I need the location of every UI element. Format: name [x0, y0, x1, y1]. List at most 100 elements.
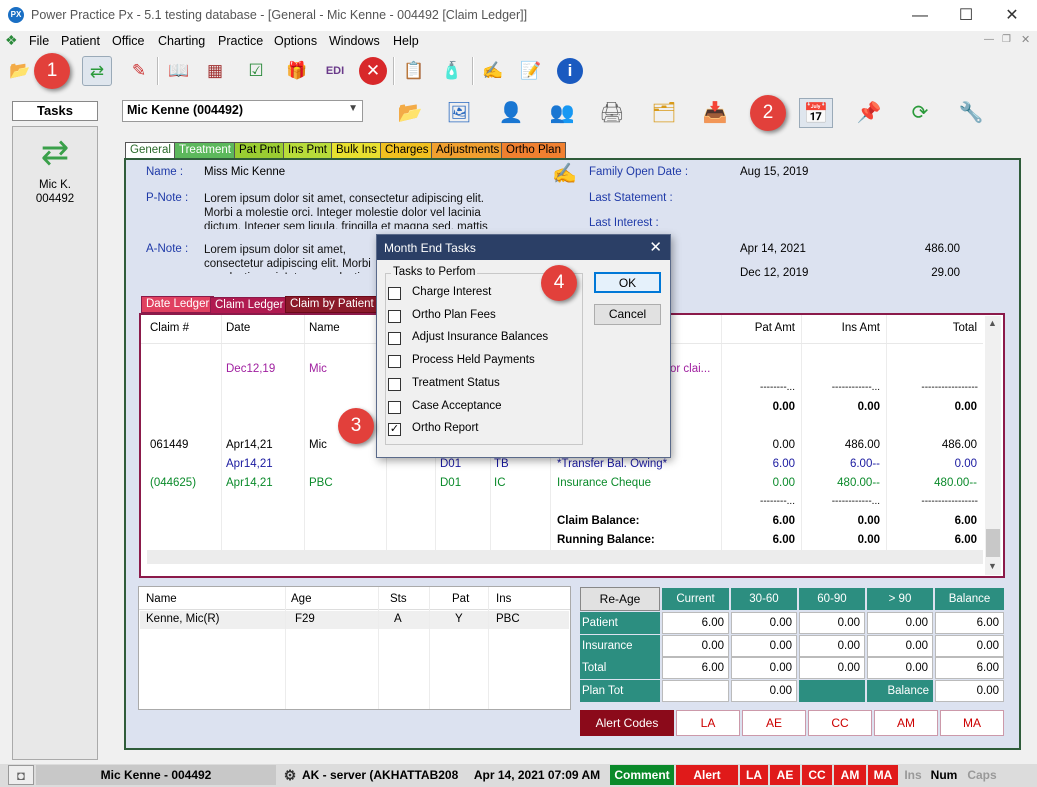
- reage-button[interactable]: Re-Age: [580, 587, 660, 611]
- comment-indicator[interactable]: Comment: [610, 765, 674, 785]
- patient-task-icon[interactable]: ⇄: [33, 131, 77, 175]
- treatment-status-label[interactable]: Treatment Status: [412, 377, 500, 389]
- menu-charting[interactable]: Charting: [158, 34, 205, 48]
- ortho-report-label[interactable]: Ortho Report: [412, 422, 478, 434]
- pnote-text[interactable]: Lorem ipsum dolor sit amet, consectetur …: [204, 192, 494, 229]
- charge-interest-checkbox[interactable]: [388, 287, 401, 300]
- task-patient-id[interactable]: 004492: [13, 193, 97, 205]
- row4-ins[interactable]: 480.00--: [810, 477, 880, 489]
- menu-options[interactable]: Options: [274, 34, 317, 48]
- status-code-am[interactable]: AM: [834, 765, 866, 785]
- row3-code[interactable]: D01: [440, 458, 461, 470]
- bottle-icon[interactable]: 🧴: [437, 56, 467, 86]
- row2-ins[interactable]: 486.00: [820, 439, 880, 451]
- mdi-close-icon[interactable]: ✕: [1021, 33, 1030, 46]
- col-date-header[interactable]: Date: [226, 322, 250, 334]
- alert-indicator[interactable]: Alert: [676, 765, 738, 785]
- wrench-icon[interactable]: 🔧: [954, 98, 988, 128]
- col-claim-header[interactable]: Claim #: [150, 322, 189, 334]
- note-pin-icon[interactable]: ✍: [552, 161, 577, 186]
- edit-pencil-icon[interactable]: ✎: [124, 56, 154, 86]
- gift-box-icon[interactable]: 🎁: [282, 56, 312, 86]
- open-folder-icon[interactable]: 📂: [393, 98, 427, 128]
- tab-claim-by-patient[interactable]: Claim by Patient: [285, 296, 379, 313]
- adjust-insurance-label[interactable]: Adjust Insurance Balances: [412, 331, 548, 343]
- alert-code-am[interactable]: AM: [874, 710, 938, 736]
- family-col-ins[interactable]: Ins: [496, 593, 511, 605]
- maximize-button[interactable]: ☐: [943, 0, 989, 31]
- refresh-icon[interactable]: ⟳: [903, 98, 937, 128]
- row4-desc[interactable]: Insurance Cheque: [557, 477, 651, 489]
- menu-office[interactable]: Office: [112, 34, 144, 48]
- treatment-status-checkbox[interactable]: [388, 378, 401, 391]
- status-code-cc[interactable]: CC: [802, 765, 832, 785]
- row4-name[interactable]: PBC: [309, 477, 333, 489]
- col-name-header[interactable]: Name: [309, 322, 340, 334]
- adjust-insurance-checkbox[interactable]: [388, 332, 401, 345]
- ortho-report-checkbox[interactable]: ✓: [388, 423, 401, 436]
- close-button[interactable]: ✕: [989, 0, 1035, 31]
- note-pin-icon[interactable]: 📌: [852, 98, 886, 128]
- row1-name[interactable]: Mic: [309, 363, 327, 375]
- notebook-icon[interactable]: 📝: [516, 56, 546, 86]
- calendar-month-end-icon[interactable]: 📅: [799, 98, 833, 128]
- row3-date[interactable]: Apr14,21: [226, 458, 273, 470]
- alert-code-la[interactable]: LA: [676, 710, 740, 736]
- status-code-ma[interactable]: MA: [868, 765, 898, 785]
- row2-date[interactable]: Apr14,21: [226, 439, 273, 451]
- row4-date[interactable]: Apr14,21: [226, 477, 273, 489]
- row2-claim[interactable]: 061449: [150, 439, 188, 451]
- menu-patient[interactable]: Patient: [61, 34, 100, 48]
- row4-total[interactable]: 480.00--: [900, 477, 977, 489]
- info-icon[interactable]: i: [557, 58, 583, 84]
- mdi-minimize-icon[interactable]: —: [984, 34, 994, 45]
- case-acceptance-label[interactable]: Case Acceptance: [412, 400, 502, 412]
- menu-practice[interactable]: Practice: [218, 34, 263, 48]
- minimize-button[interactable]: —: [897, 0, 943, 31]
- tab-ins-pmt[interactable]: Ins Pmt: [283, 142, 332, 159]
- folder-download-icon[interactable]: 📥: [698, 98, 732, 128]
- vertical-scrollbar[interactable]: ▲ ▼: [985, 316, 1001, 575]
- menu-windows[interactable]: Windows: [329, 34, 380, 48]
- status-code-ae[interactable]: AE: [770, 765, 800, 785]
- note-pad-icon[interactable]: ✍: [478, 56, 508, 86]
- tab-ortho-plan[interactable]: Ortho Plan: [501, 142, 566, 159]
- row3-type[interactable]: TB: [494, 458, 509, 470]
- row2-name[interactable]: Mic: [309, 439, 327, 451]
- tab-date-ledger[interactable]: Date Ledger: [141, 296, 215, 313]
- cancel-button[interactable]: Cancel: [594, 304, 661, 325]
- row3-ins[interactable]: 6.00--: [820, 458, 880, 470]
- tab-charges[interactable]: Charges: [380, 142, 434, 159]
- patient-select[interactable]: Mic Kenne (004492) ▼: [122, 100, 363, 122]
- row3-pat[interactable]: 6.00: [735, 458, 795, 470]
- family-col-age[interactable]: Age: [291, 593, 311, 605]
- app-menu-icon[interactable]: ❖: [5, 32, 18, 49]
- col-total-header[interactable]: Total: [905, 322, 977, 334]
- open-folder-icon[interactable]: 📂: [5, 56, 35, 86]
- row2-total[interactable]: 486.00: [905, 439, 977, 451]
- calendar-grid-icon[interactable]: ▦: [200, 56, 230, 86]
- tab-treatment[interactable]: Treatment: [174, 142, 236, 159]
- charge-interest-label[interactable]: Charge Interest: [412, 286, 491, 298]
- col-pat-amt-header[interactable]: Pat Amt: [735, 322, 795, 334]
- family-row-ins[interactable]: PBC: [496, 613, 520, 625]
- month-end-icon[interactable]: ⇄: [82, 56, 112, 86]
- tab-adjustments[interactable]: Adjustments: [431, 142, 505, 159]
- family-row-name[interactable]: Kenne, Mic(R): [146, 613, 220, 625]
- cancel-red-icon[interactable]: ✕: [359, 57, 387, 85]
- book-icon[interactable]: 📖: [164, 56, 194, 86]
- family-row-sts[interactable]: A: [394, 613, 402, 625]
- col-ins-amt-header[interactable]: Ins Amt: [820, 322, 880, 334]
- tab-bulk-ins[interactable]: Bulk Ins: [331, 142, 382, 159]
- horizontal-scrollbar[interactable]: [147, 550, 983, 564]
- scroll-down-icon[interactable]: ▼: [988, 561, 997, 571]
- row1-date[interactable]: Dec12,19: [226, 363, 275, 375]
- print-alert-icon[interactable]: 🖨: [595, 98, 629, 128]
- edi-icon[interactable]: EDI: [320, 56, 350, 86]
- anote-text[interactable]: Lorem ipsum dolor sit amet, consectetur …: [204, 243, 379, 274]
- ok-button[interactable]: OK: [594, 272, 661, 293]
- ortho-plan-fees-label[interactable]: Ortho Plan Fees: [412, 309, 496, 321]
- ortho-plan-fees-checkbox[interactable]: [388, 310, 401, 323]
- scroll-up-icon[interactable]: ▲: [988, 318, 997, 328]
- row3-desc[interactable]: *Transfer Bal. Owing*: [557, 458, 667, 470]
